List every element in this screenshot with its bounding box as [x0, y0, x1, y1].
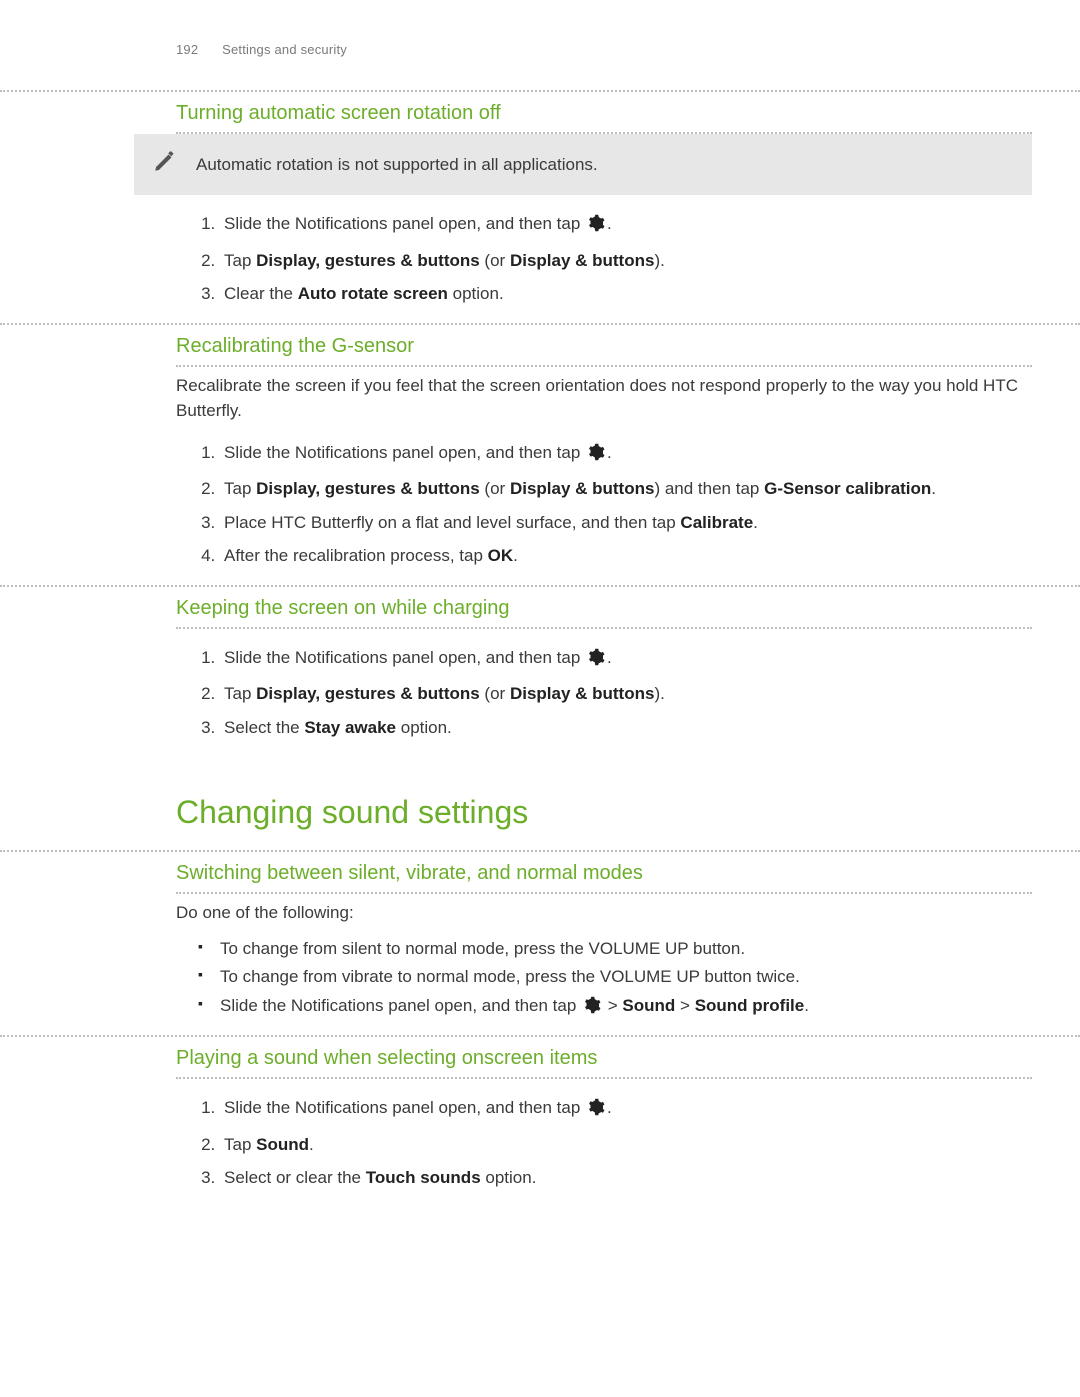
- note-box: Automatic rotation is not supported in a…: [134, 134, 1032, 196]
- list-item: Clear the Auto rotate screen option.: [220, 281, 1032, 307]
- subheading-keepscreen: Keeping the screen on while charging: [176, 587, 1032, 629]
- section-gsensor: Recalibrating the G-sensor Recalibrate t…: [0, 323, 1080, 569]
- list-item: Slide the Notifications panel open, and …: [210, 993, 1032, 1022]
- subheading-touchsounds: Playing a sound when selecting onscreen …: [176, 1037, 1032, 1079]
- page-header: 192 Settings and security: [0, 40, 1080, 60]
- subheading-rotation: Turning automatic screen rotation off: [176, 92, 1032, 134]
- list-item: Tap Display, gestures & buttons (or Disp…: [220, 681, 1032, 707]
- list-item: Tap Sound.: [220, 1132, 1032, 1158]
- section-touchsounds: Playing a sound when selecting onscreen …: [0, 1035, 1080, 1191]
- subheading-soundmodes: Switching between silent, vibrate, and n…: [176, 852, 1032, 894]
- gsensor-intro: Recalibrate the screen if you feel that …: [176, 373, 1032, 424]
- gear-icon: [583, 996, 601, 1022]
- gear-icon: [587, 443, 605, 469]
- list-item: Slide the Notifications panel open, and …: [220, 440, 1032, 469]
- note-text: Automatic rotation is not supported in a…: [196, 152, 1022, 178]
- section-rotation: Turning automatic screen rotation off: [0, 90, 1080, 134]
- section-soundmodes: Switching between silent, vibrate, and n…: [0, 850, 1080, 1021]
- subheading-gsensor: Recalibrating the G-sensor: [176, 325, 1032, 367]
- section-keepscreen: Keeping the screen on while charging Sli…: [0, 585, 1080, 837]
- list-item: Tap Display, gestures & buttons (or Disp…: [220, 248, 1032, 274]
- page: 192 Settings and security Turning automa…: [0, 0, 1080, 1307]
- pen-icon: [152, 148, 178, 182]
- list-item: Place HTC Butterfly on a flat and level …: [220, 510, 1032, 536]
- list-item: Slide the Notifications panel open, and …: [220, 645, 1032, 674]
- soundmodes-intro: Do one of the following:: [176, 900, 1032, 926]
- list-item: After the recalibration process, tap OK.: [220, 543, 1032, 569]
- list-item: Select or clear the Touch sounds option.: [220, 1165, 1032, 1191]
- gear-icon: [587, 1098, 605, 1124]
- list-item: Slide the Notifications panel open, and …: [220, 1095, 1032, 1124]
- list-item: To change from silent to normal mode, pr…: [210, 936, 1032, 962]
- list-item: Slide the Notifications panel open, and …: [220, 211, 1032, 240]
- page-number: 192: [176, 42, 198, 57]
- header-section: Settings and security: [222, 42, 347, 57]
- list-item: Select the Stay awake option.: [220, 715, 1032, 741]
- gear-icon: [587, 214, 605, 240]
- list-item: To change from vibrate to normal mode, p…: [210, 964, 1032, 990]
- rotation-steps: Slide the Notifications panel open, and …: [0, 211, 1080, 307]
- gear-icon: [587, 648, 605, 674]
- list-item: Tap Display, gestures & buttons (or Disp…: [220, 476, 1032, 502]
- heading-sound: Changing sound settings: [176, 788, 1032, 836]
